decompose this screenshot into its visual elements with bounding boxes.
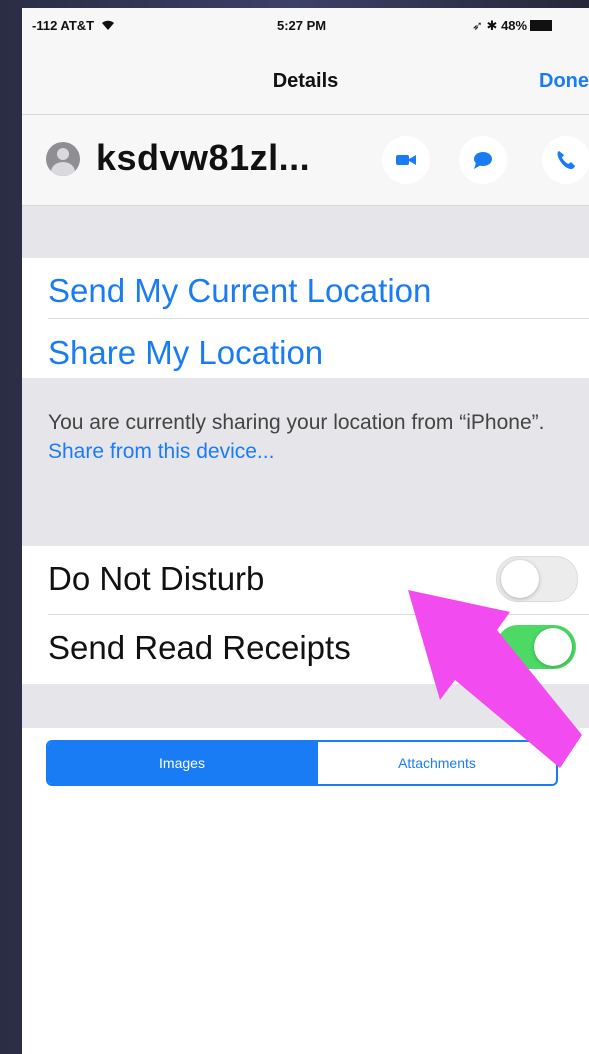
message-button[interactable] [459, 136, 507, 184]
status-bar: -112 AT&T 5:27 PM ➶ ✱ 48% [22, 8, 589, 46]
phone-screen: -112 AT&T 5:27 PM ➶ ✱ 48% Details Done k… [22, 8, 589, 1054]
do-not-disturb-label: Do Not Disturb [48, 560, 265, 597]
location-sharing-note: You are currently sharing your location … [22, 378, 589, 546]
toggle-knob [501, 560, 539, 598]
section-gap [22, 684, 589, 728]
setting-read-receipts: Send Read Receipts [22, 615, 589, 683]
phone-icon [557, 151, 575, 169]
location-section: Send My Current Location Share My Locati… [22, 258, 589, 378]
status-time: 5:27 PM [277, 18, 327, 33]
do-not-disturb-toggle[interactable] [496, 556, 578, 602]
wifi-icon [101, 20, 114, 30]
divider [48, 318, 589, 319]
battery-icon [530, 20, 553, 31]
speech-bubble-icon [474, 152, 492, 169]
done-button[interactable]: Done [539, 70, 589, 93]
bluetooth-icon: ✱ [486, 18, 498, 33]
contact-name[interactable]: ksdvw81zl... [96, 137, 310, 179]
section-gap [22, 206, 589, 258]
segment-attachments[interactable]: Attachments [316, 742, 556, 784]
toggle-knob [534, 628, 572, 666]
battery-indicator: ➶ ✱ 48% [472, 18, 553, 34]
share-my-location-button[interactable]: Share My Location [48, 334, 323, 372]
send-current-location-button[interactable]: Send My Current Location [48, 272, 431, 310]
read-receipts-label: Send Read Receipts [48, 629, 351, 666]
location-arrow-icon: ➶ [472, 18, 483, 33]
media-segmented-control: Images Attachments [46, 740, 558, 786]
video-call-button[interactable] [382, 136, 430, 184]
segment-images[interactable]: Images [48, 742, 316, 784]
page-title: Details [272, 70, 339, 92]
share-from-this-device-link[interactable]: Share from this device... [48, 440, 274, 463]
avatar[interactable] [46, 142, 80, 176]
note-text: You are currently sharing your location … [48, 411, 545, 434]
phone-call-button[interactable] [542, 136, 589, 184]
video-camera-icon [396, 155, 416, 165]
carrier-label: -112 AT&T [32, 18, 115, 33]
read-receipts-toggle[interactable] [496, 625, 576, 669]
contact-header[interactable]: ksdvw81zl... [22, 115, 589, 206]
nav-bar: Details Done [22, 46, 589, 115]
settings-section: Do Not Disturb Send Read Receipts [22, 546, 589, 684]
setting-do-not-disturb: Do Not Disturb [22, 546, 589, 615]
